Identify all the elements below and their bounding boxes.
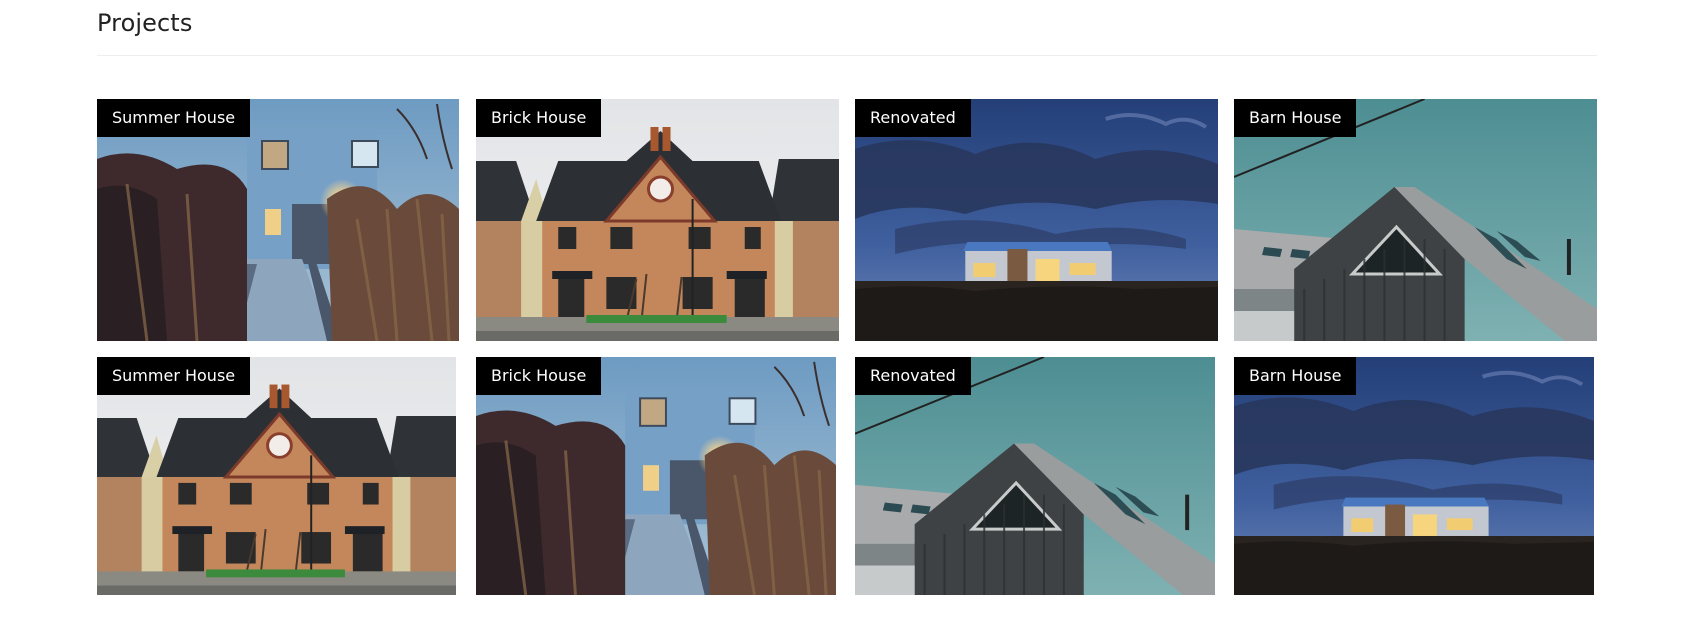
section-divider xyxy=(97,55,1597,56)
project-label: Barn House xyxy=(1234,99,1357,137)
project-label: Summer House xyxy=(97,357,251,395)
project-label: Barn House xyxy=(1234,357,1357,395)
project-label: Summer House xyxy=(97,99,251,137)
project-label: Brick House xyxy=(476,357,602,395)
project-card[interactable]: Renovated xyxy=(855,357,1215,595)
project-label: Brick House xyxy=(476,99,602,137)
projects-grid: Summer House Brick House Renovated Barn … xyxy=(97,99,1597,596)
project-card[interactable]: Barn House xyxy=(1234,99,1597,341)
project-card[interactable]: Brick House xyxy=(476,99,839,341)
project-card[interactable]: Brick House xyxy=(476,357,836,595)
project-label: Renovated xyxy=(855,99,971,137)
project-card[interactable]: Summer House xyxy=(97,357,456,595)
project-card[interactable]: Summer House xyxy=(97,99,459,341)
section-title: Projects xyxy=(97,9,193,37)
project-label: Renovated xyxy=(855,357,971,395)
project-card[interactable]: Renovated xyxy=(855,99,1218,341)
project-card[interactable]: Barn House xyxy=(1234,357,1594,595)
